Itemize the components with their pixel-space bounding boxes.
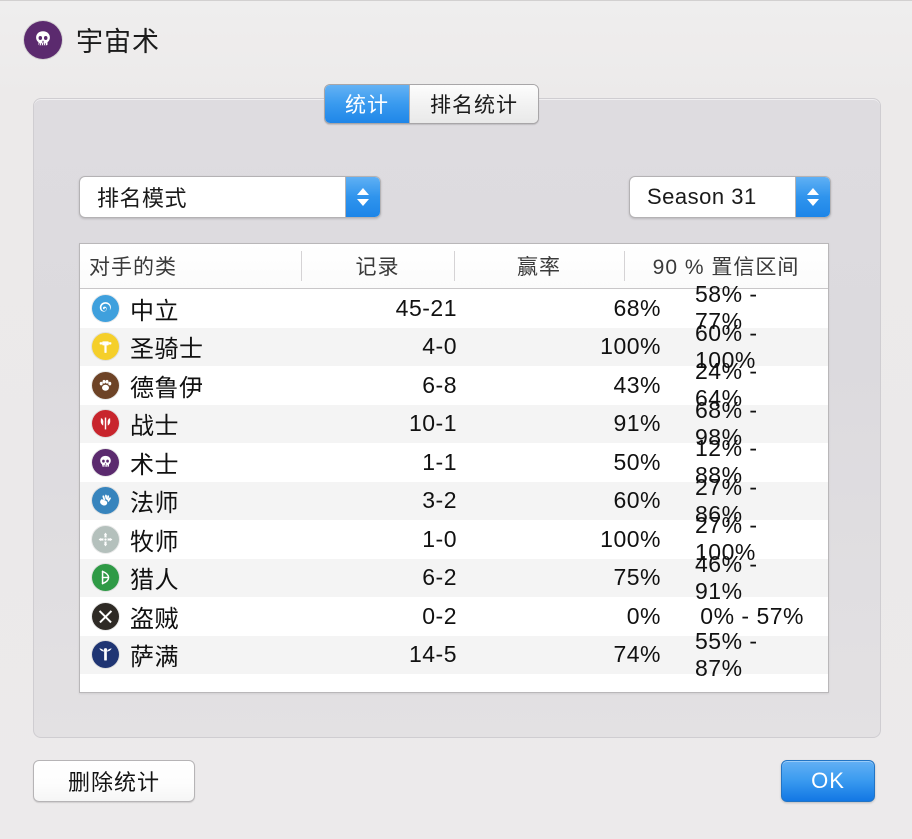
page-title: 宇宙术: [76, 27, 160, 57]
cell-winrate: 100%: [600, 333, 661, 360]
class-name-label: 牧师: [130, 528, 179, 556]
column-header-record[interactable]: 记录: [301, 244, 454, 288]
tab-bar: 统计 排名统计: [324, 84, 539, 124]
cell-winrate: 68%: [613, 294, 661, 321]
column-header-winrate[interactable]: 赢率: [454, 244, 624, 288]
cell-class: 牧师: [80, 520, 304, 559]
mode-select[interactable]: 排名模式: [79, 176, 381, 218]
cell-confidence-interval: 55% - 87%: [695, 627, 758, 681]
druid-icon: [92, 371, 119, 399]
cell-class: 战士: [80, 405, 304, 444]
column-header-ci[interactable]: 90 % 置信区间: [624, 244, 828, 288]
cell-record: 10-1: [408, 410, 457, 437]
cell-record: 6-2: [422, 564, 457, 591]
window-header: 宇宙术: [24, 20, 160, 59]
stepper-arrows-icon[interactable]: [345, 177, 380, 217]
class-name-label: 中立: [130, 297, 179, 325]
class-name-label: 法师: [130, 490, 179, 518]
chevron-up-icon: [357, 188, 369, 195]
cell-class: 德鲁伊: [80, 366, 304, 405]
cell-record: 45-21: [395, 294, 457, 321]
mode-select-value: 排名模式: [97, 186, 188, 211]
cell-winrate: 100%: [600, 525, 661, 552]
cell-class: 法师: [80, 482, 304, 521]
hunter-icon: [92, 564, 119, 592]
season-select-value: Season 31: [647, 184, 757, 209]
season-select[interactable]: Season 31: [629, 176, 831, 218]
class-name-label: 圣骑士: [130, 336, 204, 364]
cell-class: 圣骑士: [80, 328, 304, 367]
tab-ranked-stats[interactable]: 排名统计: [409, 85, 538, 123]
chevron-up-icon: [807, 188, 819, 195]
cell-class: 中立: [80, 289, 304, 328]
table-row[interactable]: 萨满 14-5 74% 55% - 87%: [80, 627, 828, 681]
warlock-skull-icon: [24, 20, 62, 59]
shaman-icon: [92, 641, 119, 669]
cell-record: 4-0: [422, 333, 457, 360]
cell-class: 盗贼: [80, 597, 304, 636]
cell-winrate: 91%: [613, 410, 661, 437]
table-row[interactable]: 猎人 6-2 75% 46% - 91%: [80, 550, 828, 604]
class-name-label: 战士: [130, 413, 179, 441]
cell-record: 1-0: [422, 525, 457, 552]
cell-winrate: 0%: [626, 602, 661, 629]
class-name-label: 猎人: [130, 567, 179, 595]
priest-icon: [92, 525, 119, 553]
cell-winrate: 74%: [613, 641, 661, 668]
cell-record: 1-1: [422, 448, 457, 475]
stats-table: 对手的类 记录 赢率 90 % 置信区间 中立 45-21 68% 58% - 77%…: [79, 243, 829, 693]
cell-record: 14-5: [408, 641, 457, 668]
rogue-icon: [92, 602, 119, 630]
class-name-label: 盗贼: [130, 605, 179, 633]
table-header-row: 对手的类 记录 赢率 90 % 置信区间: [80, 244, 828, 289]
stats-window: 宇宙术 统计 排名统计 排名模式 Season 31 对手的类 记录 赢率 90…: [0, 0, 912, 839]
titlebar-divider: [0, 0, 912, 1]
cell-confidence-interval: 46% - 91%: [695, 550, 758, 604]
class-name-label: 德鲁伊: [130, 374, 204, 402]
mage-icon: [92, 487, 119, 515]
paladin-icon: [92, 333, 119, 361]
cell-winrate: 43%: [613, 371, 661, 398]
delete-stats-button[interactable]: 删除统计: [33, 760, 195, 802]
cell-winrate: 50%: [613, 448, 661, 475]
column-header-class[interactable]: 对手的类: [80, 244, 301, 288]
neutral-icon: [92, 294, 119, 322]
chevron-down-icon: [807, 199, 819, 206]
cell-record: 3-2: [422, 487, 457, 514]
chevron-down-icon: [357, 199, 369, 206]
class-name-label: 萨满: [130, 644, 179, 672]
cell-winrate: 60%: [613, 487, 661, 514]
stepper-arrows-icon[interactable]: [795, 177, 830, 217]
cell-class: 萨满: [80, 636, 304, 675]
warlock-icon: [92, 448, 119, 476]
cell-record: 0-2: [422, 602, 457, 629]
class-name-label: 术士: [130, 451, 179, 479]
cell-winrate: 75%: [613, 564, 661, 591]
warrior-icon: [92, 410, 119, 438]
table-body: 中立 45-21 68% 58% - 77% 圣骑士 4-0 100% 60% - 100% 德…: [80, 281, 828, 681]
cell-class: 术士: [80, 443, 304, 482]
tab-stats[interactable]: 统计: [325, 85, 409, 123]
ok-button[interactable]: OK: [781, 760, 875, 802]
cell-class: 猎人: [80, 559, 304, 598]
cell-record: 6-8: [422, 371, 457, 398]
